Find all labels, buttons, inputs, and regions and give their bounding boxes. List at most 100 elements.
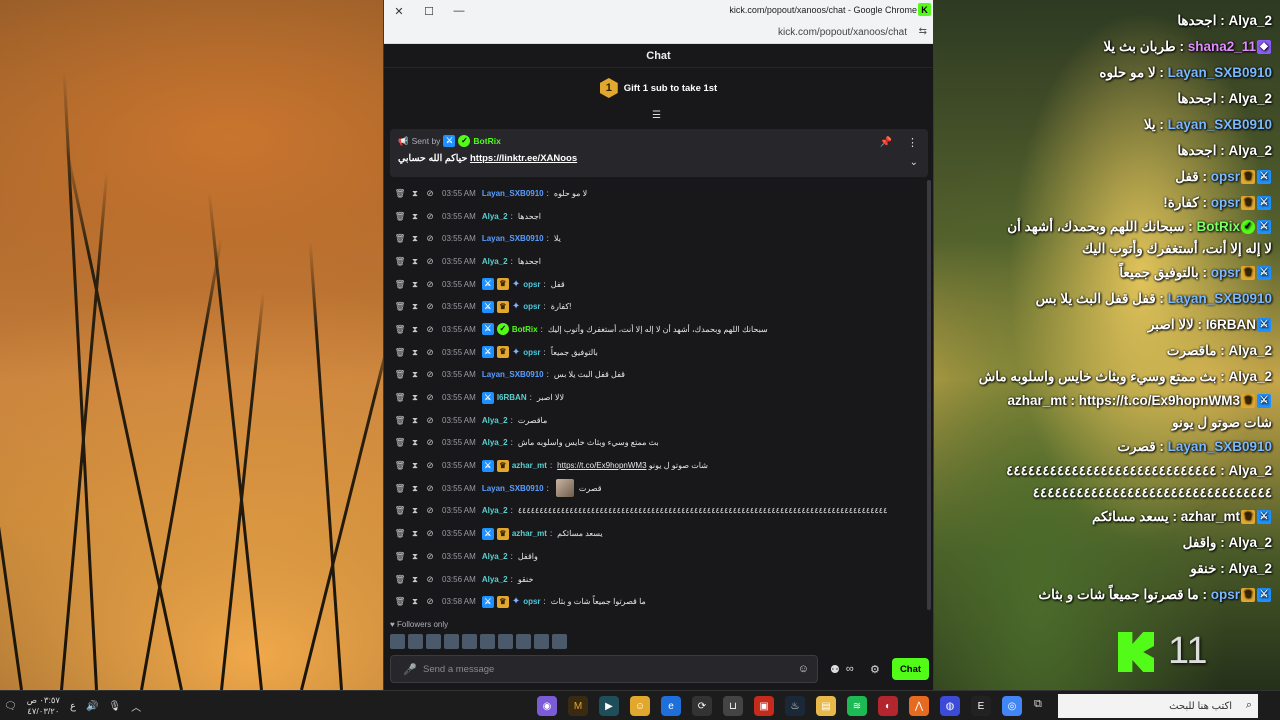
windows-taskbar[interactable]: 🗨 ٠٣:٥٧ ص ٤٧/٠٣/٢٠ ع 🔊 🎙 ︿ ◉ M ▶ ☺ e ⟳ ⊔… [0, 690, 1280, 720]
hourglass-icon[interactable]: ⧗ [409, 188, 421, 199]
chat-message[interactable]: 🗑 ⧗ ⊘ 03:56 AM Alya_2: خنقو [394, 568, 924, 591]
task-view-icon[interactable]: ⧉ [1034, 698, 1042, 711]
message-user[interactable]: Layan_SXB0910 [482, 189, 544, 198]
video-editor-icon[interactable]: ▣ [754, 696, 774, 716]
trash-icon[interactable]: 🗑 [394, 483, 406, 494]
trash-icon[interactable]: 🗑 [394, 301, 406, 312]
hourglass-icon[interactable]: ⧗ [409, 279, 421, 290]
ban-icon[interactable]: ⊘ [424, 188, 436, 199]
hourglass-icon[interactable]: ⧗ [409, 483, 421, 494]
hourglass-icon[interactable]: ⧗ [409, 301, 421, 312]
ban-icon[interactable]: ⊘ [424, 301, 436, 312]
message-user[interactable]: opsr [523, 302, 540, 311]
message-user[interactable]: Alya_2 [482, 506, 508, 515]
message-link[interactable]: https://t.co/Ex9hopnWM3 [557, 461, 646, 470]
trash-icon[interactable]: 🗑 [394, 233, 406, 244]
message-input[interactable]: 🎤 Send a message ☺ [390, 655, 818, 683]
chat-message[interactable]: 🗑 ⧗ ⊘ 03:55 AM ⚔ ♛ ✦ opsr: بالتوفيق جميعاً [394, 341, 924, 364]
ban-icon[interactable]: ⊘ [424, 415, 436, 426]
avatar[interactable] [462, 634, 477, 649]
message-user[interactable]: azhar_mt [512, 529, 547, 538]
trash-icon[interactable]: 🗑 [394, 211, 406, 222]
notification-icon[interactable]: 🗨 [4, 701, 17, 712]
taskbar-search-input[interactable]: اكتب هنا للبحث ⌕ [1058, 694, 1258, 718]
message-user[interactable]: Alya_2 [482, 552, 508, 561]
avatar[interactable] [408, 634, 423, 649]
chat-message-list[interactable]: 🗑 ⧗ ⊘ 03:55 AM Layan_SXB0910: لا مو حلوه 🗑… [394, 182, 924, 613]
ban-icon[interactable]: ⊘ [424, 233, 436, 244]
clock[interactable]: ٠٣:٥٧ ص ٤٧/٠٣/٢٠ [27, 695, 60, 717]
chat-message[interactable]: 🗑 ⧗ ⊘ 03:55 AM Layan_SXB0910: قفل قفل البث… [394, 364, 924, 387]
spotify-icon[interactable]: ≋ [847, 696, 867, 716]
hourglass-icon[interactable]: ⧗ [409, 460, 421, 471]
message-user[interactable]: azhar_mt [512, 461, 547, 470]
chat-message[interactable]: 🗑 ⧗ ⊘ 03:55 AM Alya_2: اجحدها [394, 250, 924, 273]
search-placeholder[interactable]: اكتب هنا للبحث [1169, 701, 1232, 712]
message-user[interactable]: opsr [523, 348, 540, 357]
chat-message[interactable]: 🗑 ⧗ ⊘ 03:55 AM ⚔ ♛ ✦ opsr: قفل [394, 273, 924, 296]
chat-message[interactable]: 🗑 ⧗ ⊘ 03:55 AM ⚔ ✓ BotRix: سبحانك اللهم وبح… [394, 318, 924, 341]
hourglass-icon[interactable]: ⧗ [409, 211, 421, 222]
ban-icon[interactable]: ⊘ [424, 392, 436, 403]
app-icon[interactable]: ◉ [537, 696, 557, 716]
gift-sub-banner[interactable]: 1 Gift 1 sub to take 1st [384, 68, 933, 108]
avatar[interactable] [390, 634, 405, 649]
trash-icon[interactable]: 🗑 [394, 256, 406, 267]
ban-icon[interactable]: ⊘ [424, 279, 436, 290]
app-icon[interactable]: ◍ [940, 696, 960, 716]
chat-message[interactable]: 🗑 ⧗ ⊘ 03:55 AM Alya_2: بث ممتع وسيء وبثاث … [394, 432, 924, 455]
more-options-icon[interactable]: ⋮ [907, 136, 918, 149]
chat-message[interactable]: 🗑 ⧗ ⊘ 03:55 AM Layan_SXB0910: قصرت [394, 477, 924, 500]
hourglass-icon[interactable]: ⧗ [409, 347, 421, 358]
ban-icon[interactable]: ⊘ [424, 505, 436, 516]
ban-icon[interactable]: ⊘ [424, 551, 436, 562]
message-user[interactable]: Alya_2 [482, 212, 508, 221]
chat-message[interactable]: 🗑 ⧗ ⊘ 03:55 AM Alya_2: واقفل [394, 545, 924, 568]
avatar[interactable] [552, 634, 567, 649]
app-icon[interactable]: ⊔ [723, 696, 743, 716]
hourglass-icon[interactable]: ⧗ [409, 574, 421, 585]
trash-icon[interactable]: 🗑 [394, 347, 406, 358]
chat-message[interactable]: 🗑 ⧗ ⊘ 03:55 AM ⚔ ♛ ✦ opsr: كفارة! [394, 295, 924, 318]
chat-tools[interactable]: ⚉ ∞ [830, 663, 854, 676]
chat-message[interactable]: 🗑 ⧗ ⊘ 03:55 AM ⚔ ♛ azhar_mt: https://t.co/E… [394, 454, 924, 477]
microphone-tray-icon[interactable]: 🎙 [108, 701, 121, 712]
emoji-icon[interactable]: ☺ [798, 663, 809, 675]
hourglass-icon[interactable]: ⧗ [409, 596, 421, 607]
chrome-icon[interactable]: ◎ [1002, 696, 1022, 716]
system-tray[interactable]: 🗨 ٠٣:٥٧ ص ٤٧/٠٣/٢٠ ع 🔊 🎙 ︿ [4, 695, 141, 717]
chat-message[interactable]: 🗑 ⧗ ⊘ 03:55 AM Layan_SXB0910: لا مو حلوه [394, 182, 924, 205]
hourglass-icon[interactable]: ⧗ [409, 369, 421, 380]
kick-coins-icon[interactable]: ⚉ [830, 663, 840, 676]
avatar[interactable] [498, 634, 513, 649]
app-icon[interactable]: ◐ [878, 696, 898, 716]
message-user[interactable]: Alya_2 [482, 416, 508, 425]
app-icon[interactable]: ⋀ [909, 696, 929, 716]
ban-icon[interactable]: ⊘ [424, 324, 436, 335]
infinity-icon[interactable]: ∞ [846, 663, 854, 676]
chat-message[interactable]: 🗑 ⧗ ⊘ 03:55 AM Alya_2: اجحدها [394, 205, 924, 228]
avatar[interactable] [444, 634, 459, 649]
ban-icon[interactable]: ⊘ [424, 211, 436, 222]
pinned-link[interactable]: https://linktr.ee/XANoos [470, 153, 577, 164]
trash-icon[interactable]: 🗑 [394, 551, 406, 562]
message-user[interactable]: Layan_SXB0910 [482, 234, 544, 243]
ban-icon[interactable]: ⊘ [424, 347, 436, 358]
chat-message[interactable]: 🗑 ⧗ ⊘ 03:55 AM Alya_2: ماقصرت [394, 409, 924, 432]
trash-icon[interactable]: 🗑 [394, 460, 406, 471]
hourglass-icon[interactable]: ⧗ [409, 415, 421, 426]
trash-icon[interactable]: 🗑 [394, 528, 406, 539]
ban-icon[interactable]: ⊘ [424, 256, 436, 267]
steam-icon[interactable]: ♨ [785, 696, 805, 716]
app-icon[interactable]: ☺ [630, 696, 650, 716]
chat-message[interactable]: 🗑 ⧗ ⊘ 03:55 AM Layan_SXB0910: يلا [394, 227, 924, 250]
app-icon[interactable]: ▶ [599, 696, 619, 716]
trash-icon[interactable]: 🗑 [394, 188, 406, 199]
address-bar[interactable]: kick.com/popout/xanoos/chat ⇆ [384, 22, 933, 44]
ban-icon[interactable]: ⊘ [424, 460, 436, 471]
window-titlebar[interactable]: ✕ ☐ — kick.com/popout/xanoos/chat - Goog… [384, 0, 933, 22]
minimize-icon[interactable]: — [444, 0, 474, 22]
hourglass-icon[interactable]: ⧗ [409, 324, 421, 335]
site-settings-icon[interactable]: ⇆ [919, 26, 927, 37]
send-chat-button[interactable]: Chat [892, 658, 929, 680]
